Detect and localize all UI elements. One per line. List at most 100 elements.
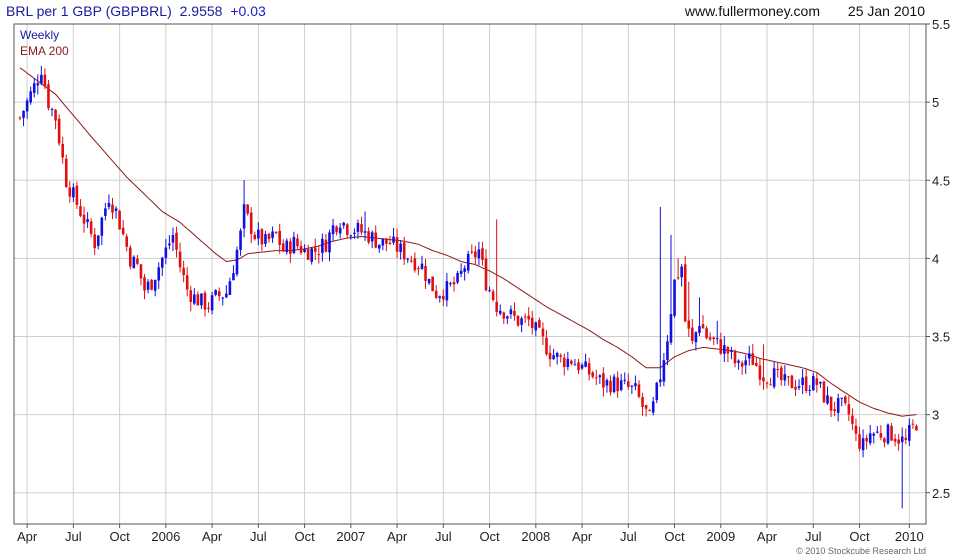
candle-body xyxy=(260,229,264,245)
candle-body xyxy=(157,267,161,281)
candle-body xyxy=(79,206,82,216)
candle-body xyxy=(836,398,840,413)
x-tick-label: Jul xyxy=(805,529,822,544)
candle-body xyxy=(228,281,232,295)
candle-body xyxy=(783,374,787,381)
x-tick-label: Jul xyxy=(620,529,637,544)
candle-body xyxy=(847,404,851,415)
candle-body xyxy=(321,238,324,254)
candle-body xyxy=(758,365,762,380)
candle-body xyxy=(843,396,847,404)
candle-body xyxy=(755,362,758,366)
candle-body xyxy=(185,275,189,290)
candle-body xyxy=(737,360,740,363)
candle-body xyxy=(705,328,708,339)
candle-body xyxy=(854,425,858,434)
y-tick-label: 4.5 xyxy=(932,173,950,188)
candle-body xyxy=(214,290,217,295)
candle-body xyxy=(64,158,68,188)
candle-body xyxy=(139,264,143,279)
x-tick-label: Apr xyxy=(387,529,408,544)
candle-body xyxy=(402,242,406,260)
candle-body xyxy=(723,345,726,354)
candle-body xyxy=(772,368,776,387)
candle-body xyxy=(769,384,772,386)
candle-body xyxy=(691,327,694,341)
x-tick-label: 2010 xyxy=(895,529,924,544)
y-tick-label: 5.5 xyxy=(932,17,950,32)
candle-body xyxy=(911,423,915,425)
x-tick-label: Oct xyxy=(294,529,315,544)
legend-ema: EMA 200 xyxy=(20,44,69,58)
candle-body xyxy=(616,377,619,392)
header-symbol: BRL per 1 GBP (GBPBRL) xyxy=(6,3,172,19)
candle-body xyxy=(612,376,616,392)
candle-body xyxy=(43,74,47,87)
candle-body xyxy=(506,316,509,319)
candle-body xyxy=(442,296,445,300)
candle-body xyxy=(655,382,659,401)
candle-body xyxy=(313,247,317,252)
x-tick-label: Apr xyxy=(757,529,778,544)
candle-body xyxy=(136,258,139,264)
candle-body xyxy=(591,372,595,377)
y-tick-label: 3 xyxy=(932,408,939,423)
candle-body xyxy=(367,231,370,243)
candle-body xyxy=(132,256,136,269)
candle-body xyxy=(619,380,623,391)
candle-body xyxy=(118,210,121,230)
candle-body xyxy=(75,185,79,205)
candle-body xyxy=(523,316,527,318)
candle-body xyxy=(570,360,573,364)
candle-body xyxy=(740,362,744,367)
candle-body xyxy=(801,377,804,386)
candle-body xyxy=(281,243,285,252)
candle-body xyxy=(744,360,747,366)
candle-body xyxy=(648,410,651,412)
candle-body xyxy=(698,326,701,333)
candle-body xyxy=(303,248,306,253)
x-tick-label: Jul xyxy=(435,529,452,544)
candle-body xyxy=(285,240,289,253)
candle-body xyxy=(779,367,783,381)
x-tick-label: 2006 xyxy=(151,529,180,544)
candle-body xyxy=(459,270,463,274)
candle-body xyxy=(93,234,97,249)
candle-body xyxy=(338,227,342,234)
candle-body xyxy=(114,208,118,211)
candle-body xyxy=(449,283,452,285)
candle-body xyxy=(427,278,431,284)
candle-body xyxy=(566,358,570,367)
candle-body xyxy=(360,224,363,233)
candle-body xyxy=(687,320,691,329)
candle-body xyxy=(111,204,114,213)
candle-body xyxy=(353,232,356,234)
candle-body xyxy=(577,362,580,371)
candle-body xyxy=(431,276,434,292)
candle-body xyxy=(470,251,474,253)
y-tick-label: 5 xyxy=(932,95,939,110)
candle-body xyxy=(89,221,93,234)
candle-body xyxy=(100,217,104,236)
candle-body xyxy=(385,238,388,244)
candle-body xyxy=(900,436,904,443)
candle-body xyxy=(128,247,132,267)
candle-body xyxy=(278,230,281,246)
candle-body xyxy=(317,254,321,256)
candle-body xyxy=(374,232,378,248)
candle-body xyxy=(474,251,477,258)
candle-body xyxy=(410,260,413,262)
candle-body xyxy=(463,268,466,272)
candle-body xyxy=(520,318,523,325)
x-tick-label: Oct xyxy=(109,529,130,544)
candle-body xyxy=(331,225,335,235)
candle-body xyxy=(627,381,630,387)
candle-body xyxy=(659,379,662,383)
x-tick-label: Apr xyxy=(202,529,223,544)
candle-body xyxy=(822,381,826,403)
candle-body xyxy=(587,363,591,375)
candle-body xyxy=(484,258,488,291)
candle-body xyxy=(267,233,271,240)
candle-body xyxy=(644,404,648,409)
candle-body xyxy=(235,249,239,275)
